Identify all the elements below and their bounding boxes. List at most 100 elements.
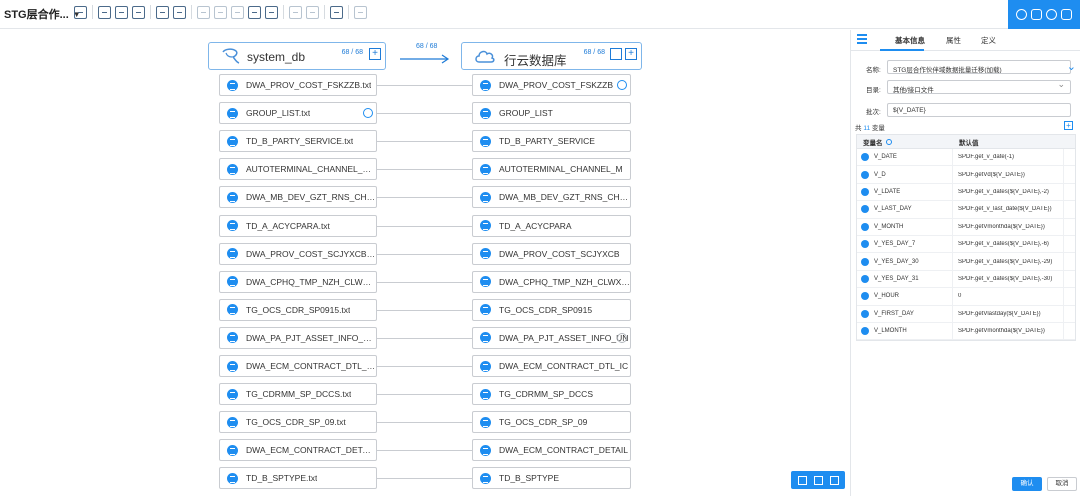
source-table-item[interactable]: DWA_PROV_COST_FSKZZB.txt — [219, 74, 377, 96]
target-table-item[interactable]: DWA_CPHQ_TMP_NZH_CLWX_... — [472, 270, 631, 293]
target-node-header[interactable]: 行云数据库 68 / 68 + — [461, 42, 642, 70]
variable-default-value[interactable]: SPDF.getVmonthda(${V_DATE}) — [953, 328, 1063, 334]
grid-icon[interactable] — [1031, 9, 1042, 20]
variable-default-value[interactable]: SPDF.get_v_date(-1) — [953, 154, 1063, 160]
source-table-item[interactable]: TD_B_PARTY_SERVICE.txt — [219, 130, 377, 153]
target-table-item[interactable]: TG_CDRMM_SP_DCCS — [472, 383, 631, 406]
target-table-item[interactable]: TD_B_PARTY_SERVICE — [472, 130, 631, 153]
table-row[interactable]: V_LDATE SPDF.get_v_dates(${V_DATE},-2) — [857, 183, 1075, 202]
source-table-item[interactable]: TG_OCS_CDR_SP0915.txt — [219, 298, 377, 321]
list-view-icon[interactable] — [813, 475, 823, 485]
target-table-item[interactable]: DWA_ECM_CONTRACT_DTL_IC — [472, 355, 631, 377]
gear-icon[interactable] — [1046, 9, 1057, 20]
source-node-header[interactable]: system_db 68 / 68 + — [208, 42, 386, 70]
flag-icon[interactable] — [248, 5, 261, 19]
branch-icon[interactable] — [156, 5, 169, 19]
upload-icon[interactable] — [173, 5, 186, 19]
variable-default-value[interactable]: SPDF.get_v_dates(${V_DATE},-30) — [953, 276, 1063, 282]
source-table-item[interactable]: TG_OCS_CDR_SP_09.txt — [219, 411, 377, 434]
format-icon[interactable] — [265, 5, 278, 19]
row-handle[interactable] — [1063, 218, 1075, 235]
target-table-item[interactable]: DWA_PROV_COST_SCJYXCB — [472, 242, 631, 265]
row-handle[interactable] — [1063, 270, 1075, 288]
settings-icon[interactable] — [617, 332, 627, 343]
menu-icon[interactable] — [857, 34, 867, 44]
row-handle[interactable] — [1063, 149, 1075, 166]
table-row[interactable]: V_FIRST_DAY SPDF.getVlastday(${V_DATE}) — [857, 305, 1075, 323]
table-row[interactable]: V_HOUR 0 — [857, 288, 1075, 306]
source-table-item[interactable]: DWA_CPHQ_TMP_NZH_CLWX_G... — [219, 270, 377, 293]
row-handle[interactable] — [1063, 183, 1075, 201]
source-table-item[interactable]: GROUP_LIST.txt — [219, 102, 377, 125]
source-table-item[interactable]: TD_B_SPTYPE.txt — [219, 467, 377, 490]
cancel-button[interactable]: 取消 — [1047, 477, 1077, 491]
target-table-item[interactable]: TG_OCS_CDR_SP0915 — [472, 298, 631, 321]
source-table-item[interactable]: DWA_ECM_CONTRACT_DTL_IC... — [219, 355, 377, 377]
table-row[interactable]: V_DATE SPDF.get_v_date(-1) — [857, 149, 1075, 167]
row-handle[interactable] — [1063, 322, 1075, 340]
source-table-item[interactable]: DWA_ECM_CONTRACT_DETAIL... — [219, 439, 377, 462]
variable-default-value[interactable]: SPDF.get_v_last_date(${V_DATE}) — [953, 206, 1063, 212]
settings-icon[interactable] — [363, 108, 373, 119]
variable-default-value[interactable]: SPDF.getVlastday(${V_DATE}) — [953, 311, 1063, 317]
row-handle[interactable] — [1063, 201, 1075, 218]
table-row[interactable]: V_YES_DAY_30 SPDF.get_v_dates(${V_DATE},-… — [857, 253, 1075, 271]
open-folder-icon[interactable] — [115, 5, 128, 19]
help-icon[interactable] — [1016, 9, 1027, 20]
source-table-item[interactable]: AUTOTERMINAL_CHANNEL_M.t... — [219, 158, 377, 181]
source-table-item[interactable]: TG_CDRMM_SP_DCCS.txt — [219, 383, 377, 406]
workflow-title-dropdown[interactable]: STG层合作... ▼ — [4, 6, 81, 22]
save-icon[interactable] — [132, 5, 145, 19]
target-table-item[interactable]: DWA_PROV_COST_FSKZZB — [472, 74, 631, 96]
variable-default-value[interactable]: SPDF.getVd(${V_DATE}) — [953, 172, 1063, 178]
copy-icon[interactable] — [197, 5, 210, 19]
redo-icon[interactable] — [306, 5, 319, 19]
fullscreen-icon[interactable] — [330, 5, 343, 19]
variable-default-value[interactable]: SPDF.get_v_dates(${V_DATE},-6) — [953, 241, 1063, 247]
variable-default-value[interactable]: SPDF.get_v_dates(${V_DATE},-2) — [953, 189, 1063, 195]
table-view-icon[interactable] — [829, 475, 839, 485]
source-table-item[interactable]: DWA_PA_PJT_ASSET_INFO_UN.t... — [219, 326, 377, 349]
variable-default-value[interactable]: 0 — [953, 293, 1063, 299]
table-row[interactable]: V_D SPDF.getVd(${V_DATE}) — [857, 166, 1075, 184]
target-table-item[interactable]: DWA_ECM_CONTRACT_DETAIL — [472, 439, 631, 462]
target-table-item[interactable]: TD_A_ACYCPARA — [472, 214, 631, 237]
source-table-item[interactable]: DWA_PROV_COST_SCJYXCB.txt — [219, 242, 377, 265]
row-handle[interactable] — [1063, 166, 1075, 183]
tab-attributes[interactable]: 属性 — [946, 35, 961, 46]
tab-definition[interactable]: 定义 — [981, 35, 996, 46]
confirm-button[interactable]: 确认 — [1012, 477, 1042, 491]
target-table-item[interactable]: AUTOTERMINAL_CHANNEL_M — [472, 158, 631, 181]
new-icon[interactable] — [98, 5, 111, 19]
search-icon[interactable] — [885, 138, 892, 145]
send-icon[interactable] — [214, 5, 227, 19]
variable-default-value[interactable]: SPDF.getVmonthda(${V_DATE}) — [953, 224, 1063, 230]
name-field[interactable]: STG层合作伙伴域数据批量迁移(加载) — [887, 60, 1071, 74]
target-table-item[interactable]: TG_OCS_CDR_SP_09 — [472, 411, 631, 434]
source-table-item[interactable]: TD_A_ACYCPARA.txt — [219, 214, 377, 237]
target-table-item[interactable]: GROUP_LIST — [472, 102, 631, 125]
add-target-icon[interactable]: + — [625, 48, 637, 60]
settings-icon[interactable] — [617, 80, 627, 90]
row-handle[interactable] — [1063, 305, 1075, 322]
source-table-item[interactable]: DWA_MB_DEV_GZT_RNS_CHNL... — [219, 186, 377, 209]
table-row[interactable]: V_YES_DAY_31 SPDF.get_v_dates(${V_DATE},-… — [857, 270, 1075, 289]
tab-basic-info[interactable]: 基本信息 — [895, 35, 925, 46]
variable-icon[interactable] — [354, 5, 367, 19]
chevron-down-icon[interactable]: ⌄ — [1067, 60, 1076, 73]
batch-field[interactable]: ${V_DATE} — [887, 103, 1071, 117]
layout-icon[interactable] — [797, 475, 807, 485]
table-row[interactable]: V_YES_DAY_7 SPDF.get_v_dates(${V_DATE},-6… — [857, 235, 1075, 254]
info-icon[interactable] — [74, 5, 87, 19]
exit-icon[interactable] — [1061, 9, 1072, 20]
list-icon[interactable] — [231, 5, 244, 19]
table-row[interactable]: V_MONTH SPDF.getVmonthda(${V_DATE}) — [857, 218, 1075, 236]
add-variable-icon[interactable]: + — [1064, 121, 1073, 130]
table-row[interactable]: V_LMONTH SPDF.getVmonthda(${V_DATE}) — [857, 322, 1075, 341]
directory-select[interactable]: 其他/接口文件 — [887, 80, 1071, 94]
target-table-item[interactable]: DWA_MB_DEV_GZT_RNS_CHNL — [472, 186, 631, 209]
row-handle[interactable] — [1063, 235, 1075, 253]
undo-icon[interactable] — [289, 5, 302, 19]
format-table-icon[interactable] — [610, 48, 622, 60]
row-handle[interactable] — [1063, 253, 1075, 270]
